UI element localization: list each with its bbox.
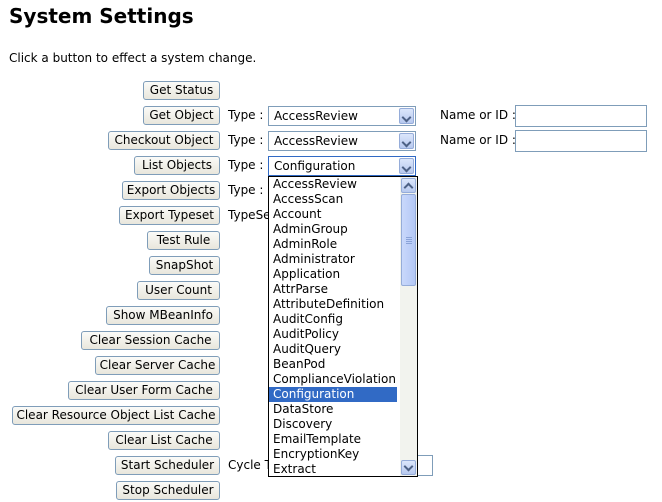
name-or-id-label: Name or ID :: [440, 133, 516, 147]
get-object-name-input[interactable]: [515, 105, 647, 127]
chevron-down-icon[interactable]: [399, 158, 414, 174]
stop-scheduler-button[interactable]: Stop Scheduler: [116, 481, 220, 500]
dropdown-option[interactable]: Configuration: [269, 387, 397, 402]
snapshot-button[interactable]: SnapShot: [149, 256, 220, 275]
dropdown-options: AccessReview AccessScan Account AdminGroup A…: [269, 177, 417, 476]
show-mbeaninfo-button[interactable]: Show MBeanInfo: [106, 306, 220, 325]
dropdown-scrollbar[interactable]: [400, 177, 417, 476]
export-objects-button[interactable]: Export Objects: [122, 181, 220, 200]
type-label: Type :: [228, 108, 264, 122]
dropdown-option[interactable]: AuditConfig: [269, 312, 397, 327]
dropdown-option[interactable]: EncryptionKey: [269, 447, 397, 462]
typeset-label: TypeSe: [228, 208, 271, 222]
dropdown-option[interactable]: ComplianceViolation: [269, 372, 397, 387]
dropdown-option[interactable]: Extract: [269, 462, 397, 476]
get-object-type-select[interactable]: AccessReview: [268, 106, 416, 126]
scrollbar-thumb[interactable]: [401, 194, 416, 286]
cycle-time-input[interactable]: [418, 455, 433, 476]
clear-user-form-cache-button[interactable]: Clear User Form Cache: [68, 381, 220, 400]
type-label: Type :: [228, 158, 264, 172]
type-label: Type :: [228, 133, 264, 147]
dropdown-option[interactable]: AuditQuery: [269, 342, 397, 357]
clear-server-cache-button[interactable]: Clear Server Cache: [95, 356, 220, 375]
clear-resource-object-list-cache-button[interactable]: Clear Resource Object List Cache: [12, 406, 220, 425]
checkout-object-name-input[interactable]: [515, 130, 647, 152]
dropdown-option[interactable]: DataStore: [269, 402, 397, 417]
chevron-down-icon[interactable]: [399, 133, 414, 149]
checkout-object-button[interactable]: Checkout Object: [108, 131, 220, 150]
dropdown-option[interactable]: AttrParse: [269, 282, 397, 297]
dropdown-option[interactable]: Administrator: [269, 252, 397, 267]
dropdown-option[interactable]: Application: [269, 267, 397, 282]
chevron-down-icon[interactable]: [399, 108, 414, 124]
instruction-text: Click a button to effect a system change…: [9, 51, 257, 65]
name-or-id-label: Name or ID :: [440, 108, 516, 122]
dropdown-option[interactable]: AccessScan: [269, 192, 397, 207]
list-objects-type-select[interactable]: Configuration: [268, 156, 416, 176]
type-dropdown-list[interactable]: AccessReview AccessScan Account AdminGroup A…: [268, 176, 418, 477]
chevron-down-icon[interactable]: [401, 460, 416, 475]
chevron-up-icon[interactable]: [401, 178, 416, 193]
clear-list-cache-button[interactable]: Clear List Cache: [108, 431, 220, 450]
get-object-button[interactable]: Get Object: [143, 106, 220, 125]
page-title: System Settings: [9, 4, 194, 28]
type-label: Type :: [228, 183, 264, 197]
dropdown-option[interactable]: Account: [269, 207, 397, 222]
dropdown-option[interactable]: EmailTemplate: [269, 432, 397, 447]
dropdown-option[interactable]: AccessReview: [269, 177, 397, 192]
checkout-object-type-select[interactable]: AccessReview: [268, 131, 416, 151]
list-objects-button[interactable]: List Objects: [134, 156, 220, 175]
cycle-time-label: Cycle T: [228, 458, 272, 472]
dropdown-option[interactable]: AdminRole: [269, 237, 397, 252]
dropdown-option[interactable]: Discovery: [269, 417, 397, 432]
dropdown-option[interactable]: BeanPod: [269, 357, 397, 372]
dropdown-option[interactable]: AttributeDefinition: [269, 297, 397, 312]
start-scheduler-button[interactable]: Start Scheduler: [115, 456, 220, 475]
test-rule-button[interactable]: Test Rule: [147, 231, 220, 250]
select-value: AccessReview: [274, 109, 358, 123]
select-value: AccessReview: [274, 134, 358, 148]
dropdown-option[interactable]: AdminGroup: [269, 222, 397, 237]
dropdown-option[interactable]: AuditPolicy: [269, 327, 397, 342]
select-value: Configuration: [274, 159, 356, 173]
user-count-button[interactable]: User Count: [137, 281, 220, 300]
get-status-button[interactable]: Get Status: [143, 81, 220, 100]
clear-session-cache-button[interactable]: Clear Session Cache: [81, 331, 220, 350]
export-typeset-button[interactable]: Export Typeset: [119, 206, 220, 225]
